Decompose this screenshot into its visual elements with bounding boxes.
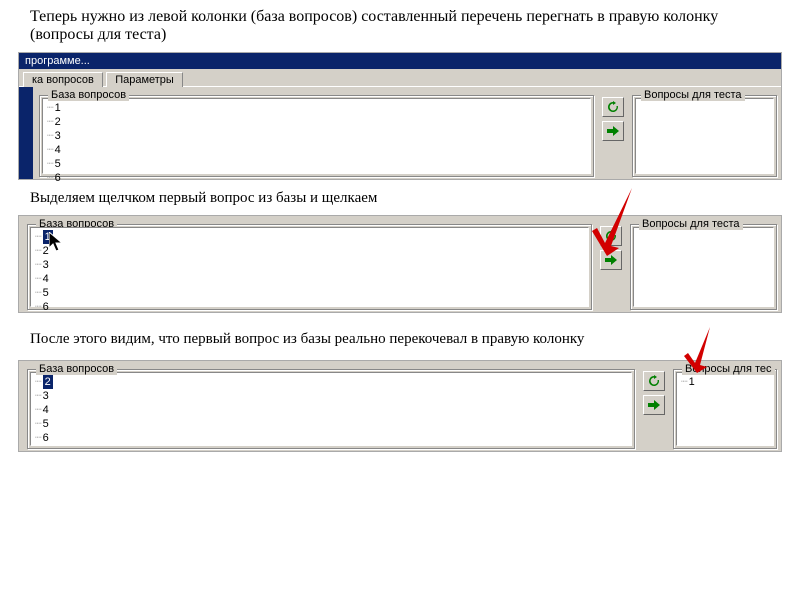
screenshot-1: программе... ка вопросов Параметры База … (18, 52, 782, 180)
refresh-icon (648, 375, 660, 387)
right-panel-title: Вопросы для теста (641, 89, 745, 101)
tree-item[interactable]: 6 (55, 171, 61, 185)
arrow-right-icon (607, 126, 619, 136)
tab-parameters[interactable]: Параметры (106, 72, 183, 87)
right-panel-title: Вопросы для теста (639, 218, 743, 230)
move-right-button[interactable] (602, 121, 624, 141)
tree-item[interactable]: 2 (55, 115, 61, 129)
left-panel-title: База вопросов (36, 363, 117, 375)
right-panel-title: Вопросы для тес (682, 363, 775, 375)
tab-question-base[interactable]: ка вопросов (23, 72, 103, 87)
tree-item[interactable]: 3 (43, 389, 49, 403)
left-panel-title: База вопросов (48, 89, 129, 101)
tree-item[interactable]: 1 (55, 101, 61, 115)
tree-item[interactable]: 3 (43, 258, 49, 272)
refresh-icon (607, 101, 619, 113)
tree-item[interactable]: 6 (43, 300, 49, 314)
refresh-button[interactable] (600, 226, 622, 246)
tree-item-selected[interactable]: 2 (43, 375, 53, 389)
tree-item-selected[interactable]: 1 (43, 230, 53, 244)
refresh-button[interactable] (643, 371, 665, 391)
move-right-button[interactable] (600, 250, 622, 270)
question-base-tree[interactable]: ┈1 ┈2 ┈3 ┈4 ┈5 ┈6 (42, 98, 591, 174)
refresh-button[interactable] (602, 97, 624, 117)
question-base-tree[interactable]: ┈1 ┈2 ┈3 ┈4 ┈5 ┈6 (30, 227, 589, 307)
tree-item[interactable]: 5 (55, 157, 61, 171)
tree-item[interactable]: 5 (43, 417, 49, 431)
screenshot-3: База вопросов ┈2 ┈3 ┈4 ┈5 ┈6 Вопросы д (18, 360, 782, 452)
test-questions-tree[interactable]: ┈1 (676, 372, 774, 446)
test-questions-tree[interactable] (633, 227, 774, 307)
tree-item[interactable]: 5 (43, 286, 49, 300)
arrow-right-icon (648, 400, 660, 410)
tree-item[interactable]: 6 (43, 431, 49, 445)
tree-item[interactable]: 1 (689, 375, 695, 389)
instruction-text-3: После этого видим, что первый вопрос из … (0, 313, 800, 354)
tree-item[interactable]: 3 (55, 129, 61, 143)
window-titlebar: программе... (19, 53, 781, 69)
tree-item[interactable]: 2 (43, 244, 49, 258)
instruction-text-1: Теперь нужно из левой колонки (база вопр… (0, 0, 800, 48)
tree-item[interactable]: 4 (55, 143, 61, 157)
refresh-icon (605, 230, 617, 242)
question-base-tree[interactable]: ┈2 ┈3 ┈4 ┈5 ┈6 (30, 372, 632, 446)
arrow-right-icon (605, 255, 617, 265)
move-right-button[interactable] (643, 395, 665, 415)
screenshot-2: База вопросов ┈1 ┈2 ┈3 ┈4 ┈5 ┈6 (18, 215, 782, 313)
tree-item[interactable]: 4 (43, 403, 49, 417)
test-questions-tree[interactable] (635, 98, 774, 174)
tree-item[interactable]: 4 (43, 272, 49, 286)
